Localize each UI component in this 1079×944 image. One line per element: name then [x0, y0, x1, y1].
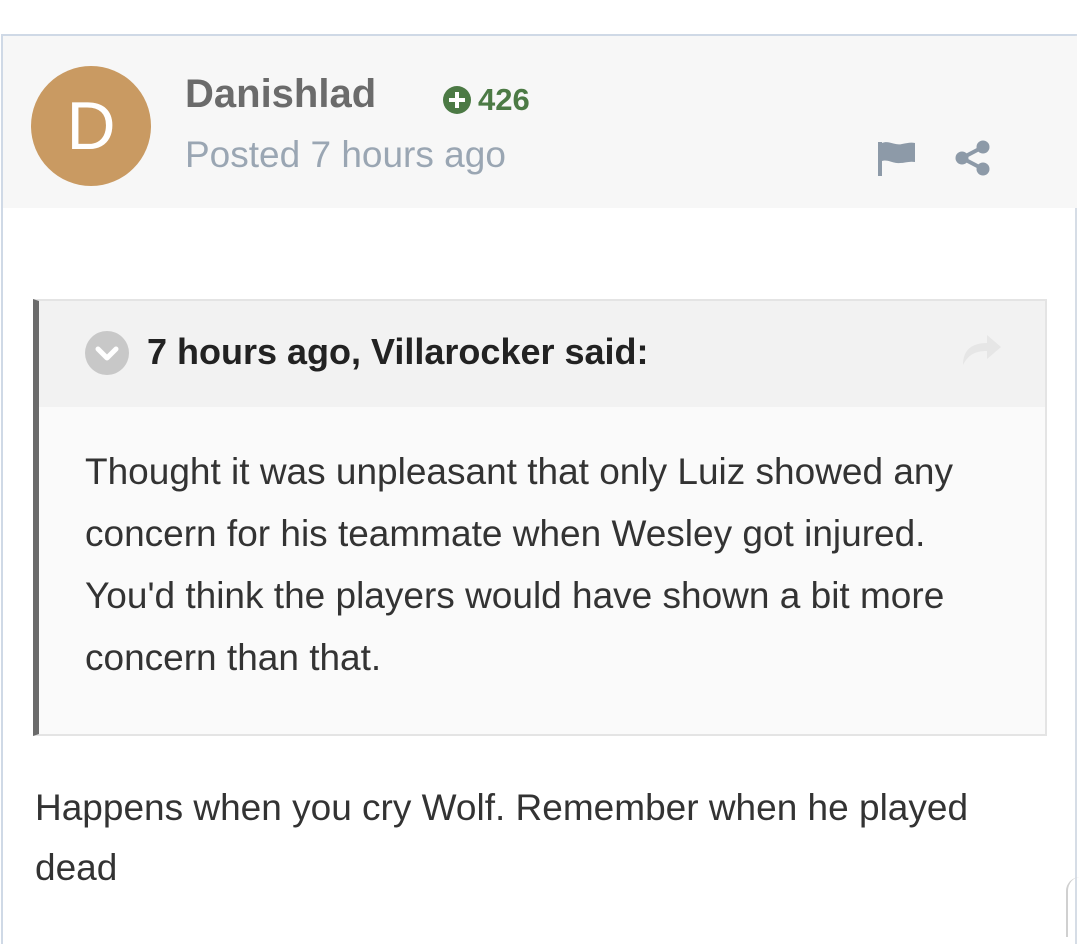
posted-time[interactable]: Posted 7 hours ago — [185, 134, 506, 176]
quote-text: Thought it was unpleasant that only Luiz… — [85, 451, 954, 678]
reputation-count: 426 — [478, 82, 530, 117]
quote-header: 7 hours ago, Villarocker said: — [39, 301, 1045, 407]
flag-icon[interactable] — [875, 140, 917, 176]
plus-circle-icon — [443, 86, 471, 114]
share-icon[interactable] — [953, 140, 991, 176]
quote-citation: 7 hours ago, Villarocker said: — [147, 331, 649, 372]
reputation-badge: 426 — [443, 82, 530, 118]
post-body-text: Happens when you cry Wolf. Remember when… — [35, 787, 969, 888]
chevron-down-icon[interactable] — [85, 331, 129, 375]
forum-post: D Danishlad 426 Posted 7 hours ago 7 hou… — [1, 34, 1077, 944]
avatar[interactable]: D — [31, 66, 151, 186]
author-name[interactable]: Danishlad — [185, 72, 376, 117]
quote-block: 7 hours ago, Villarocker said: Thought i… — [33, 299, 1047, 736]
share-arrow-icon[interactable] — [959, 331, 1003, 369]
post-header: D Danishlad 426 Posted 7 hours ago — [3, 36, 1077, 208]
edge-divider — [1066, 877, 1079, 937]
